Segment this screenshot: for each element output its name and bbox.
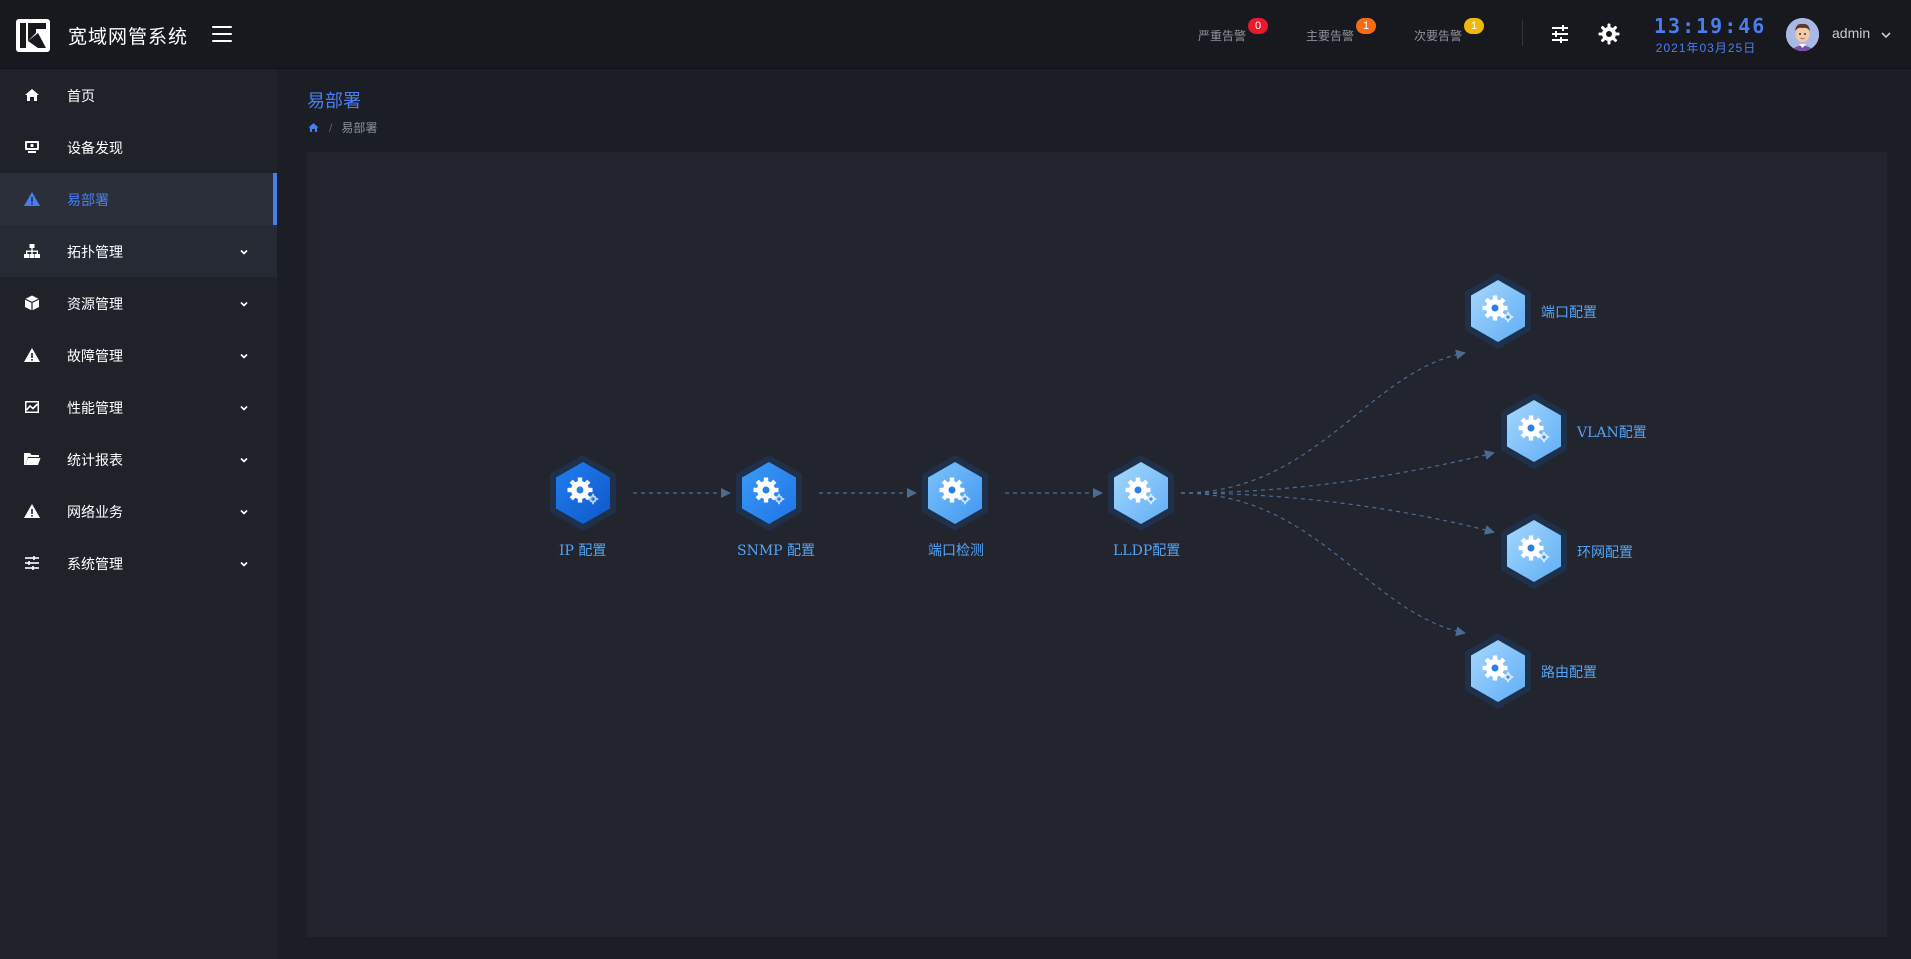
sidebar-item-label: 网络业务 [67, 504, 123, 520]
chart-icon [23, 398, 41, 416]
app-title: 宽域网管系统 [68, 27, 189, 48]
home-icon[interactable] [307, 121, 320, 134]
sidebar-item-label: 性能管理 [67, 400, 123, 416]
flow-node-label[interactable]: 路由配置 [1541, 662, 1597, 682]
home-icon [23, 86, 41, 104]
alarm-critical-label: 严重告警 [1198, 29, 1247, 43]
flow-node-ip[interactable] [550, 455, 616, 531]
chevron-down-icon [238, 505, 250, 517]
alarm-critical[interactable]: 严重告警 0 [1198, 18, 1269, 44]
flow-node-label[interactable]: 端口配置 [1541, 302, 1597, 322]
gear-icon[interactable] [1597, 22, 1621, 46]
sidebar-item-topology[interactable]: 拓扑管理 [0, 225, 277, 277]
flow-branch-connector [1180, 492, 1495, 535]
flow-node-vlan-config[interactable] [1501, 393, 1567, 469]
flow-node-ring-config[interactable] [1501, 513, 1567, 589]
sliders-icon[interactable] [1548, 22, 1572, 46]
flow-node-label[interactable]: SNMP 配置 [737, 540, 815, 560]
sidebar-item-faults[interactable]: 故障管理 [0, 329, 277, 381]
monitor-icon [23, 138, 41, 156]
app-logo [16, 19, 50, 52]
flow-node-port-check[interactable] [922, 455, 988, 531]
breadcrumb-current: 易部署 [341, 121, 378, 135]
warning-icon [23, 502, 41, 520]
sidebar-item-label: 资源管理 [67, 296, 123, 312]
flow-node-label[interactable]: LLDP配置 [1113, 540, 1180, 560]
sidebar: 首页 设备发现 易部署 拓扑管理 资源管理 故障管理 性能管理 统计报表 网络业… [0, 69, 277, 959]
top-bar: 宽域网管系统 严重告警 0 主要告警 1 次要告警 1 13:19:46 202… [0, 0, 1911, 69]
topology-icon [23, 242, 41, 260]
alarm-major-label: 主要告警 [1306, 29, 1355, 43]
chevron-down-icon [238, 557, 250, 569]
alarm-critical-count: 0 [1248, 18, 1269, 34]
alarm-minor-label: 次要告警 [1414, 29, 1463, 43]
clock-time: 13:19:46 [1654, 14, 1767, 38]
flow-node-route-config[interactable] [1465, 633, 1531, 709]
deploy-flow-diagram [550, 273, 1567, 709]
chevron-down-icon [238, 453, 250, 465]
box-icon [23, 294, 41, 312]
chevron-down-icon [238, 349, 250, 361]
sidebar-item-label: 易部署 [67, 192, 109, 208]
warning-icon [23, 346, 41, 364]
chevron-down-icon [238, 245, 250, 257]
avatar[interactable] [1786, 18, 1819, 51]
flow-node-port-config[interactable] [1465, 273, 1531, 349]
sidebar-item-label: 拓扑管理 [67, 244, 123, 260]
sidebar-item-reports[interactable]: 统计报表 [0, 433, 277, 485]
flow-node-label[interactable]: VLAN配置 [1577, 422, 1647, 442]
sidebar-item-network-services[interactable]: 网络业务 [0, 485, 277, 537]
alarm-minor-count: 1 [1464, 18, 1485, 34]
folder-icon [23, 450, 41, 468]
sidebar-item-label: 系统管理 [67, 556, 123, 572]
page-title: 易部署 [307, 91, 361, 111]
breadcrumb: / 易部署 [307, 119, 377, 136]
topbar-divider [1522, 20, 1523, 46]
sliders-icon [23, 554, 41, 572]
sidebar-item-system[interactable]: 系统管理 [0, 537, 277, 589]
sidebar-item-label: 首页 [67, 88, 95, 104]
sidebar-item-performance[interactable]: 性能管理 [0, 381, 277, 433]
clock-date: 2021年03月25日 [1655, 41, 1757, 55]
sidebar-item-home[interactable]: 首页 [0, 69, 277, 121]
username[interactable]: admin [1832, 25, 1870, 41]
alarm-minor[interactable]: 次要告警 1 [1414, 18, 1485, 44]
flow-node-snmp[interactable] [736, 455, 802, 531]
clock: 13:19:46 2021年03月25日 [1654, 14, 1767, 56]
sidebar-item-easy-deploy[interactable]: 易部署 [0, 173, 277, 225]
chevron-down-icon [238, 297, 250, 309]
menu-toggle-icon[interactable] [212, 26, 232, 42]
flow-node-label[interactable]: 端口检测 [928, 540, 984, 560]
warning-icon [23, 190, 41, 208]
sidebar-item-device-discovery[interactable]: 设备发现 [0, 121, 277, 173]
sidebar-item-label: 设备发现 [67, 140, 123, 156]
flow-node-label[interactable]: 环网配置 [1577, 542, 1633, 562]
deploy-flow-canvas: IP 配置 SNMP 配置 端口检测 LLDP配置 端口配置 VLAN配置 环网… [307, 152, 1887, 937]
flow-node-label[interactable]: IP 配置 [559, 540, 606, 560]
alarm-major-count: 1 [1356, 18, 1377, 34]
sidebar-item-label: 故障管理 [67, 348, 123, 364]
flow-branch-connector [1180, 450, 1495, 494]
flow-node-lldp[interactable] [1108, 455, 1174, 531]
flow-branch-connector [1180, 349, 1466, 494]
breadcrumb-separator: / [329, 120, 333, 135]
alarm-major[interactable]: 主要告警 1 [1306, 18, 1377, 44]
sidebar-item-label: 统计报表 [67, 452, 123, 468]
chevron-down-icon[interactable] [1880, 28, 1892, 40]
flow-branch-connector [1180, 492, 1466, 637]
sidebar-item-resources[interactable]: 资源管理 [0, 277, 277, 329]
chevron-down-icon [238, 401, 250, 413]
